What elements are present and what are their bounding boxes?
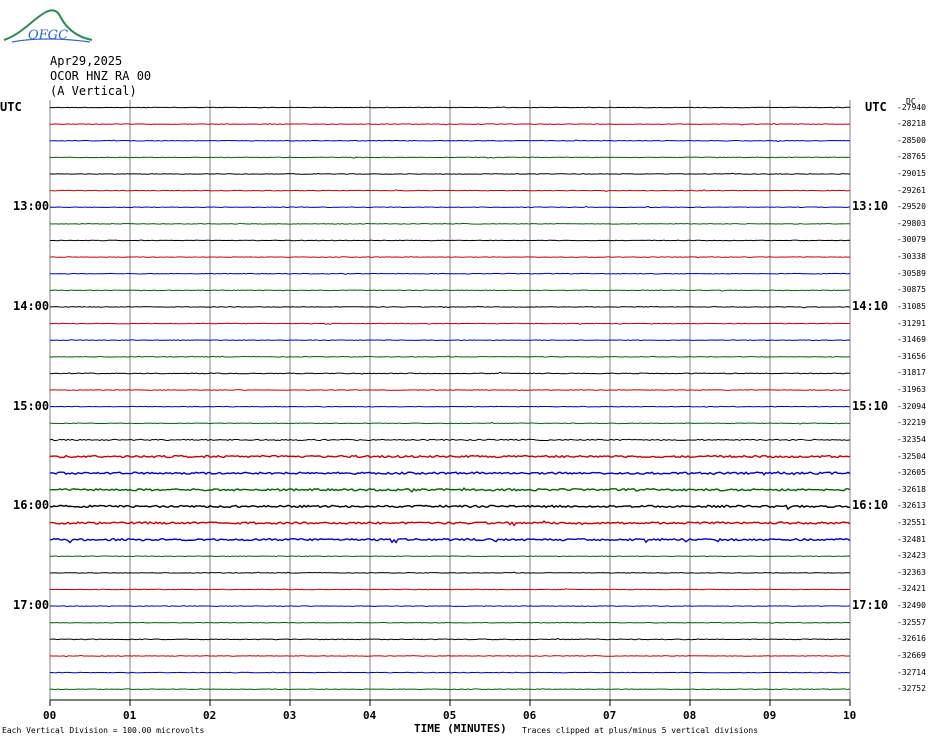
x-tick-label: 03 [283, 709, 297, 722]
dc-offset-label: -32557 [897, 617, 926, 627]
dc-offset-label: -31291 [897, 318, 926, 328]
dc-offset-label: -29015 [897, 168, 926, 178]
time-label-left: 14:00 [13, 298, 50, 313]
dc-offset-label: -30079 [897, 235, 926, 245]
x-tick-label: 02 [203, 709, 217, 722]
dc-offset-label: -32094 [897, 401, 926, 411]
trace-line-35 [49, 688, 851, 691]
dc-offset-label: -32363 [897, 567, 926, 577]
x-tick-label: 06 [523, 709, 537, 722]
dc-offset-label: -28218 [897, 119, 926, 129]
trace-line-28 [49, 571, 851, 574]
trace-line-8 [49, 239, 851, 242]
dc-offset-label: -31817 [897, 368, 926, 378]
dc-offset-label: -32423 [897, 551, 926, 561]
time-label-left: 17:00 [13, 598, 50, 613]
time-label-right: 15:10 [852, 398, 889, 413]
x-tick-label: 10 [843, 709, 857, 722]
dc-offset-label: -32605 [897, 468, 926, 478]
x-tick-label: 07 [603, 709, 617, 722]
trace-line-17 [50, 389, 851, 391]
x-tick-label: 01 [123, 709, 137, 722]
dc-offset-label: -32219 [897, 418, 926, 428]
dc-offset-label: -29261 [897, 185, 926, 195]
time-label-left: 15:00 [13, 398, 50, 413]
trace-line-9 [49, 256, 851, 259]
dc-offset-label: -30589 [897, 268, 926, 278]
trace-line-0 [49, 106, 851, 109]
time-label-right: 14:10 [852, 298, 889, 313]
trace-line-7 [49, 222, 851, 225]
dc-offset-label: -32421 [897, 584, 926, 594]
dc-offset-label: -32714 [897, 667, 926, 677]
dc-offset-label: -31656 [897, 351, 926, 361]
helicorder-plot [49, 100, 851, 706]
trace-line-34 [49, 671, 851, 674]
dc-offset-label: -31469 [897, 335, 926, 345]
dc-offset-label: -29520 [897, 202, 926, 212]
dc-offset-label: -32481 [897, 534, 926, 544]
dc-offset-label: -32669 [897, 650, 926, 660]
time-axis-label: TIME (MINUTES) [414, 722, 507, 735]
dc-offset-label: -32551 [897, 518, 926, 527]
dc-offset-label: -30875 [897, 285, 926, 295]
dc-offset-label: -32616 [897, 634, 926, 644]
x-tick-label: 09 [763, 709, 777, 722]
dc-offset-label: -32490 [897, 601, 926, 611]
clip-note: Traces clipped at plus/minus 5 vertical … [522, 726, 759, 735]
dc-offset-label: -28500 [897, 135, 926, 145]
dc-offset-label: -32618 [897, 484, 926, 494]
dc-offset-label: -32504 [897, 451, 926, 461]
scale-note: Each Vertical Division = 100.00 microvol… [2, 726, 205, 735]
trace-line-30 [49, 605, 851, 607]
trace-line-13 [49, 322, 851, 325]
x-tick-label: 00 [43, 709, 57, 722]
dc-offset-label: -31085 [897, 301, 926, 311]
x-tick-label: 05 [443, 709, 457, 722]
dc-offset-label: -32613 [897, 501, 926, 511]
dc-offset-label: -32752 [897, 684, 926, 694]
dc-offset-label: -27940 [897, 102, 926, 112]
time-label-right: 17:10 [852, 598, 889, 613]
x-tick-label: 04 [363, 709, 377, 722]
time-label-right: 16:10 [852, 498, 889, 513]
dc-offset-label: -28765 [897, 152, 926, 162]
dc-offset-label: -29803 [897, 218, 926, 228]
dc-offset-label: -32354 [897, 434, 926, 444]
trace-line-14 [49, 339, 851, 341]
dc-offset-label: -31963 [897, 385, 926, 395]
dc-offset-label: -30338 [897, 252, 926, 262]
time-label-right: 13:10 [852, 199, 889, 214]
x-tick-label: 08 [683, 709, 697, 722]
time-label-left: 13:00 [13, 199, 50, 214]
time-label-left: 16:00 [13, 498, 50, 513]
